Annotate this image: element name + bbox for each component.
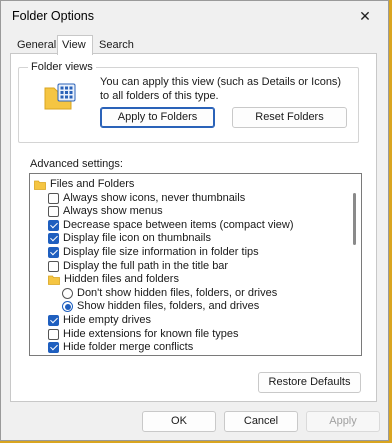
folder-view-icon: [44, 83, 76, 110]
tree-checkbox-2[interactable]: Always show menus: [48, 205, 163, 218]
reset-folders-button[interactable]: Reset Folders: [232, 107, 347, 128]
tree-item-label: Hide folder merge conflicts: [63, 341, 194, 354]
checkbox[interactable]: [48, 342, 59, 354]
tree-checkbox-1[interactable]: Always show icons, never thumbnails: [48, 192, 245, 205]
tree-item-label: Show hidden files, folders, and drives: [77, 300, 260, 313]
tree-folder-0: Files and Folders: [34, 178, 134, 191]
restore-defaults-button[interactable]: Restore Defaults: [258, 372, 361, 393]
apply-to-folders-button[interactable]: Apply to Folders: [100, 107, 215, 128]
tree-item-label: Always show icons, never thumbnails: [63, 191, 246, 204]
tree-item-label: Hide extensions for known file types: [63, 327, 239, 340]
tree-radio-8[interactable]: Don't show hidden files, folders, or dri…: [62, 287, 277, 300]
tree-item-label: Decrease space between items (compact vi…: [63, 218, 294, 231]
tab-search[interactable]: Search: [95, 37, 138, 54]
tree-radio-9[interactable]: Show hidden files, folders, and drives: [62, 300, 259, 313]
tree-item-label: Always show menus: [63, 205, 163, 218]
window-title: Folder Options: [12, 9, 94, 23]
tree-item-label: Hide empty drives: [63, 314, 152, 326]
title-bar: Folder Options ✕: [1, 1, 388, 33]
tree-checkbox-4[interactable]: Display file icon on thumbnails: [48, 232, 211, 245]
tree-item-label: Hidden files and folders: [64, 273, 179, 286]
tree-checkbox-11[interactable]: Hide extensions for known file types: [48, 328, 238, 341]
folder-views-title: Folder views: [28, 61, 96, 73]
close-icon: ✕: [359, 8, 371, 24]
folder-icon: [48, 275, 60, 285]
checkbox[interactable]: [48, 260, 59, 272]
tab-view[interactable]: View: [57, 35, 93, 55]
radio-button[interactable]: [62, 301, 73, 313]
tree-scrollbar-thumb[interactable]: [353, 193, 356, 245]
checkbox[interactable]: [48, 206, 59, 218]
checkbox[interactable]: [48, 233, 59, 245]
checkbox[interactable]: [48, 247, 59, 258]
tree-item-label: Display file size information in folder …: [63, 246, 259, 258]
tree-checkbox-12[interactable]: Hide folder merge conflicts: [48, 341, 193, 354]
tree-item-label: Don't show hidden files, folders, or dri…: [77, 286, 278, 299]
tree-checkbox-5[interactable]: Display file size information in folder …: [48, 246, 259, 259]
apply-button[interactable]: Apply: [306, 411, 380, 432]
checkbox[interactable]: [48, 315, 59, 326]
tree-folder-7: Hidden files and folders: [48, 273, 179, 286]
cancel-button[interactable]: Cancel: [224, 411, 298, 432]
checkbox[interactable]: [48, 219, 59, 231]
advanced-settings-tree[interactable]: Files and Folders Always show icons, neve…: [29, 173, 362, 356]
advanced-settings-label: Advanced settings:: [30, 158, 123, 170]
close-button[interactable]: ✕: [344, 1, 386, 31]
folder-icon: [34, 180, 46, 190]
tree-checkbox-6[interactable]: Display the full path in the title bar: [48, 260, 228, 273]
tree-checkbox-10[interactable]: Hide empty drives: [48, 314, 151, 327]
tree-item-label: Display file icon on thumbnails: [63, 232, 211, 245]
checkbox[interactable]: [48, 328, 59, 340]
tab-general[interactable]: General: [13, 37, 60, 54]
radio-button[interactable]: [62, 287, 73, 299]
tree-checkbox-3[interactable]: Decrease space between items (compact vi…: [48, 219, 293, 232]
tree-item-label: Files and Folders: [50, 178, 135, 190]
ok-button[interactable]: OK: [142, 411, 216, 432]
checkbox[interactable]: [48, 192, 59, 204]
tree-item-label: Display the full path in the title bar: [63, 259, 229, 272]
folder-views-description: You can apply this view (such as Details…: [100, 76, 342, 102]
